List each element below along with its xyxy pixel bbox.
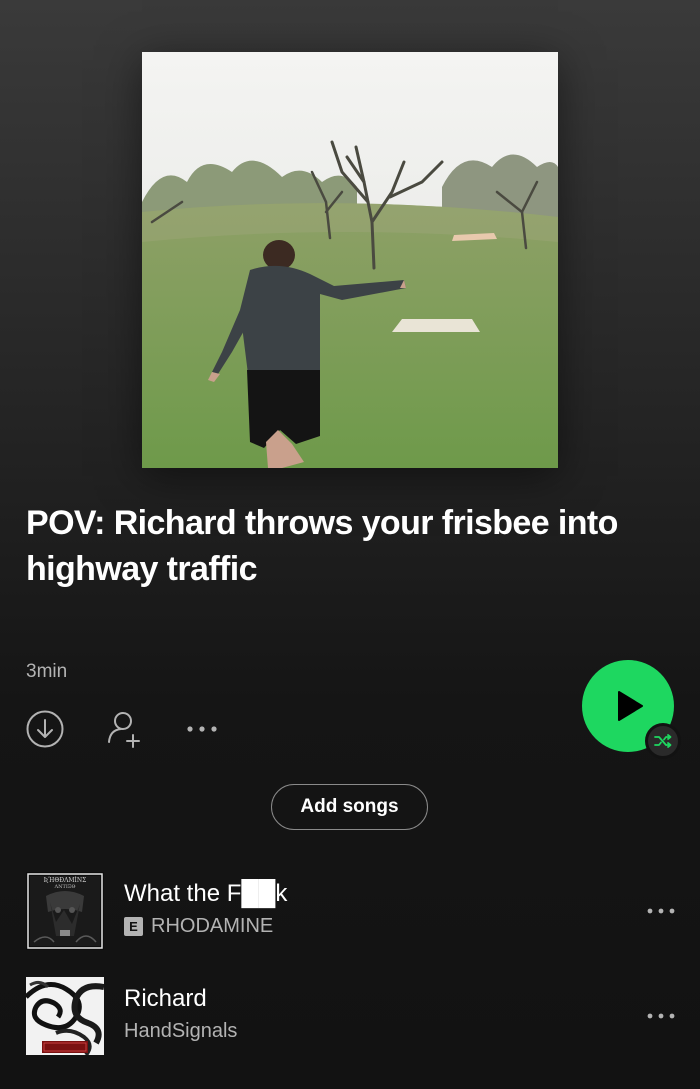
track-title: What the F██k: [124, 880, 288, 907]
shuffle-button[interactable]: [645, 723, 681, 759]
playlist-cover-image: [142, 52, 558, 468]
playlist-duration: 3min: [26, 661, 68, 682]
add-collaborator-button[interactable]: [104, 708, 146, 750]
playlist-more-button[interactable]: [184, 714, 224, 744]
track-more-button[interactable]: [644, 1001, 678, 1031]
album-art: [26, 977, 104, 1055]
download-circle-icon: [26, 710, 64, 748]
download-button[interactable]: [26, 710, 64, 748]
track-artist-row: E RHODAMINE: [124, 915, 273, 938]
shuffle-icon: [654, 734, 672, 748]
add-collaborator-icon: [108, 712, 140, 748]
track-artist: RHODAMINE: [151, 915, 274, 937]
add-songs-button[interactable]: Add songs: [271, 784, 428, 830]
track-title: Richard: [124, 985, 207, 1012]
track-artist-row: HandSignals: [124, 1020, 237, 1043]
more-horizontal-icon: [187, 726, 217, 732]
explicit-badge: E: [124, 917, 143, 936]
play-icon: [618, 691, 643, 721]
track-row[interactable]: Richard HandSignals: [0, 977, 700, 1057]
more-horizontal-icon: [647, 908, 675, 914]
track-more-button[interactable]: [644, 896, 678, 926]
playlist-title: POV: Richard throws your frisbee into hi…: [26, 504, 618, 588]
track-row[interactable]: ƦΉΘÐΛΜİΝΣ ΛΝΤΙΞΘ What the F██k E RHODAMI…: [0, 872, 700, 952]
track-artist: HandSignals: [124, 1020, 238, 1042]
album-art: ƦΉΘÐΛΜİΝΣ ΛΝΤΙΞΘ: [26, 872, 104, 950]
svg-text:ƦΉΘÐΛΜİΝΣ: ƦΉΘÐΛΜİΝΣ: [44, 877, 87, 884]
more-horizontal-icon: [647, 1013, 675, 1019]
svg-text:ΛΝΤΙΞΘ: ΛΝΤΙΞΘ: [54, 884, 76, 890]
